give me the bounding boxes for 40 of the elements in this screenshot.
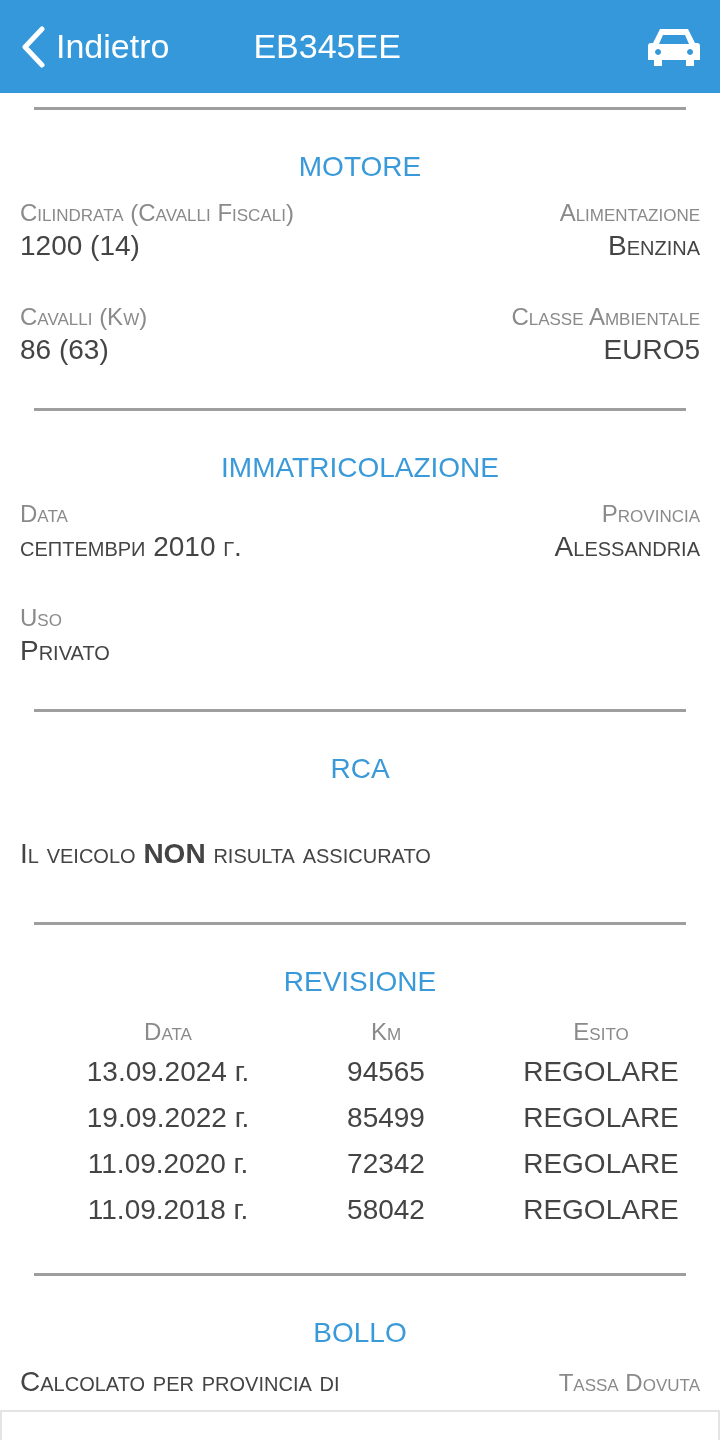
section-title: MOTORE <box>298 150 422 184</box>
chevron-left-icon <box>20 25 46 68</box>
table-cell-text: REGOLARE <box>523 1101 679 1135</box>
field-value: септември 2010 г. <box>20 530 242 564</box>
table-cell-text: 19.09.2022 г. <box>86 1101 250 1135</box>
field-label: Data <box>20 499 68 529</box>
field-value: EURO5 <box>603 333 700 367</box>
field-label: Classe Ambientale <box>511 302 700 332</box>
column-header: Km <box>370 1017 402 1047</box>
insurance-status-text: Il veicolo NON risulta assicurato <box>20 838 431 869</box>
plate-title: EB345EE <box>253 26 401 67</box>
table-cell-text: 85499 <box>347 1101 425 1135</box>
field-label: Alimentazione <box>559 198 700 228</box>
field-value: 86 (63) <box>20 333 109 367</box>
field-value: Privato <box>20 634 110 668</box>
section-title: RCA <box>330 752 390 786</box>
table-cell-text: 58042 <box>347 1193 425 1227</box>
tax-label: Tassa Dovuta <box>558 1368 700 1398</box>
table-cell-text: REGOLARE <box>523 1193 679 1227</box>
section-title: BOLLO <box>313 1316 407 1350</box>
field-value: Alessandria <box>554 530 700 564</box>
table-cell-text: 11.09.2018 г. <box>87 1193 249 1227</box>
column-header: Data <box>144 1017 192 1047</box>
section-title: IMMATRICOLAZIONE <box>221 451 499 485</box>
table-cell-text: REGOLARE <box>523 1055 679 1089</box>
field-value: Benzina <box>608 229 700 263</box>
field-label: Cavalli (Kw) <box>20 302 148 332</box>
field-value: 1200 (14) <box>20 229 140 263</box>
field-label: Uso <box>20 603 62 633</box>
field-label: Cilindrata (Cavalli Fiscali) <box>20 198 294 228</box>
field-label: Provincia <box>601 499 700 529</box>
table-cell-text: 11.09.2020 г. <box>87 1147 249 1181</box>
table-cell-text: 72342 <box>347 1147 425 1181</box>
section-title: REVISIONE <box>283 965 437 999</box>
table-cell-text: 13.09.2024 г. <box>86 1055 250 1089</box>
province-label: Calcolato per provincia di <box>20 1365 340 1399</box>
back-button[interactable]: Indietro <box>20 21 170 72</box>
table-cell-text: REGOLARE <box>523 1147 679 1181</box>
table-cell-text: 94565 <box>347 1055 425 1089</box>
column-header: Esito <box>573 1017 629 1047</box>
